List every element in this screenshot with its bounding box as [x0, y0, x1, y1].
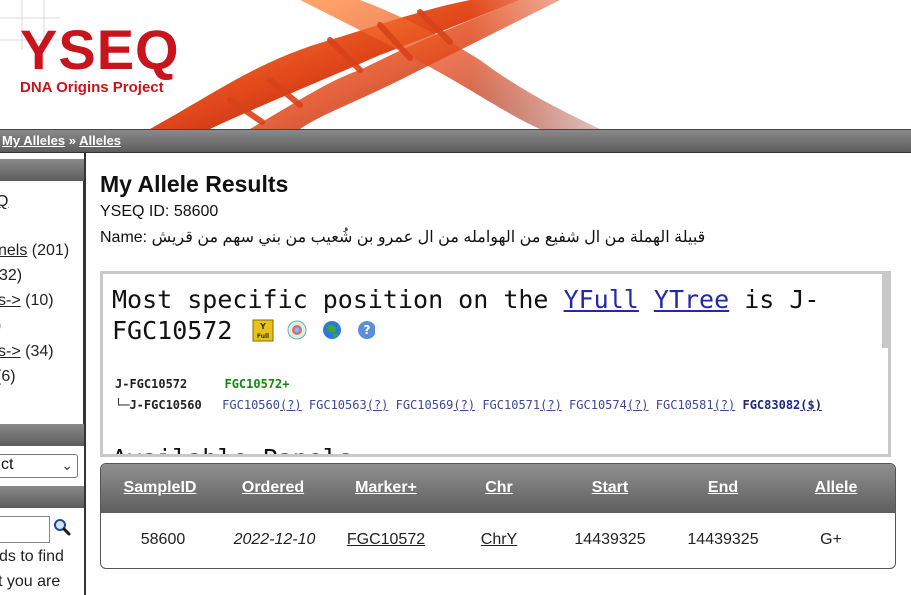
cell-sampleid: 58600 [140, 531, 186, 548]
scrollbar[interactable] [882, 274, 888, 348]
logo-subtitle: DNA Origins Project [20, 79, 164, 96]
allele-results-table: SampleID Ordered Marker+ Chr Start End A… [100, 463, 896, 569]
snp-query-link[interactable]: (?) [627, 398, 649, 412]
sidebar-item: Q [0, 193, 8, 211]
sidebar-section-bar [0, 424, 84, 446]
chr-link[interactable]: ChrY [481, 531, 517, 548]
sidebar-item: s-> (10) [0, 292, 54, 309]
help-icon[interactable]: ? [358, 321, 376, 339]
yfull-tree-panel: Most specific position on the YFull YTre… [100, 271, 891, 457]
yseq-id-line: YSEQ ID: 58600 [100, 203, 218, 221]
search-input[interactable] [0, 516, 50, 543]
sidebar-item-link[interactable]: s-> [0, 343, 21, 360]
name-line: Name: قبيلة الهملة من ال شفيع من الهوامل… [100, 227, 705, 247]
sidebar-item: 32) [0, 267, 23, 284]
snp-item: FGC10560(?) [222, 398, 302, 412]
sidebar-item-link[interactable]: nels [0, 242, 27, 259]
tree-headline: Most specific position on the YFull YTre… [112, 285, 820, 345]
snp-query-link[interactable]: (?) [280, 398, 302, 412]
left-sidebar: Q nels (201) 32) s-> (10) ) s-> (34) (6)… [0, 153, 86, 595]
ybrowse-icon[interactable] [287, 320, 307, 340]
snp-item: FGC10574(?) [569, 398, 649, 412]
sidebar-help-text: t you are [0, 573, 61, 590]
cell-start: 14439325 [574, 531, 646, 548]
column-header-start[interactable]: Start [553, 479, 667, 497]
snp-query-link[interactable]: (?) [540, 398, 562, 412]
yfull-link[interactable]: YFull [564, 285, 639, 314]
column-header-chr[interactable]: Chr [445, 479, 553, 497]
globe-icon[interactable] [323, 321, 341, 339]
breadcrumb-separator: » [68, 133, 76, 148]
snp-item: FGC10571(?) [482, 398, 562, 412]
tree-branch-prefix: └─ [115, 398, 130, 412]
column-header-ordered[interactable]: Ordered [219, 479, 327, 497]
chevron-down-icon: ⌄ [61, 457, 73, 473]
svg-text:Full: Full [257, 333, 269, 340]
column-header-sampleid[interactable]: SampleID [101, 479, 219, 497]
snp-query-link[interactable]: (?) [714, 398, 736, 412]
tree-node-snp: FGC10572+ [224, 377, 290, 391]
sidebar-select[interactable]: ct ⌄ [0, 454, 78, 478]
svg-text:Y: Y [259, 322, 266, 331]
tree-node-row: └─J-FGC10560 FGC10560(?) FGC10563(?) FGC… [115, 398, 822, 412]
yfull-icon[interactable]: Y Full [252, 319, 274, 342]
page-title: My Allele Results [100, 171, 289, 197]
sidebar-item: s-> (34) [0, 343, 54, 360]
yseq-id-label: YSEQ ID: [100, 203, 170, 220]
cell-end: 14439325 [687, 531, 759, 548]
snp-query-link[interactable]: (?) [453, 398, 475, 412]
sidebar-item-link[interactable]: s-> [0, 292, 21, 309]
cell-marker: FGC10572 [327, 531, 445, 549]
search-icon[interactable] [53, 518, 71, 536]
snp-item: FGC83082($) [742, 398, 822, 412]
column-header-marker[interactable]: Marker+ [327, 479, 445, 497]
tree-node-row: J-FGC10572 FGC10572+ [115, 377, 290, 391]
yseq-id-value: 58600 [173, 203, 219, 220]
name-label: Name: [100, 229, 148, 246]
tree-icon-row: Y Full ? [251, 319, 376, 347]
column-header-allele[interactable]: Allele [779, 479, 893, 497]
cell-allele: G+ [820, 531, 842, 548]
sidebar-item: nels (201) [0, 242, 70, 259]
sidebar-section-bar [0, 159, 84, 181]
breadcrumb-alleles[interactable]: Alleles [79, 133, 121, 148]
panels-heading-clipped: Available Panels [112, 444, 353, 454]
breadcrumb: My Alleles » Alleles [0, 129, 911, 153]
cell-chr: ChrY [445, 531, 553, 549]
site-banner: YSEQ DNA Origins Project [0, 0, 911, 129]
marker-link[interactable]: FGC10572 [347, 531, 425, 548]
snp-item: FGC10563(?) [308, 398, 389, 412]
sidebar-item: (6) [0, 368, 16, 385]
breadcrumb-my-alleles[interactable]: My Alleles [2, 133, 65, 148]
ytree-link[interactable]: YTree [654, 285, 729, 314]
snp-item: FGC10581(?) [655, 398, 736, 412]
snp-order-link[interactable]: ($) [800, 398, 822, 412]
tree-node-label: J-FGC10572 [115, 377, 188, 391]
sidebar-help-text: ds to find [0, 548, 64, 565]
name-value: قبيلة الهملة من ال شفيع من الهوامله من ا… [151, 229, 706, 246]
tree-node-label: J-FGC10560 [129, 398, 202, 412]
snp-query-link[interactable]: (?) [367, 398, 389, 412]
cell-ordered: 2022-12-10 [233, 531, 316, 548]
sidebar-item: ) [0, 317, 1, 335]
sidebar-select-value: ct [1, 456, 14, 473]
column-header-end[interactable]: End [667, 479, 779, 497]
clade-name: FGC10572 [112, 316, 233, 345]
sidebar-section-bar [0, 486, 84, 508]
sidebar-item-link[interactable]: Q [0, 193, 8, 210]
logo-title: YSEQ [20, 18, 180, 81]
svg-text:?: ? [364, 323, 371, 337]
snp-item: FGC10569(?) [395, 398, 476, 412]
